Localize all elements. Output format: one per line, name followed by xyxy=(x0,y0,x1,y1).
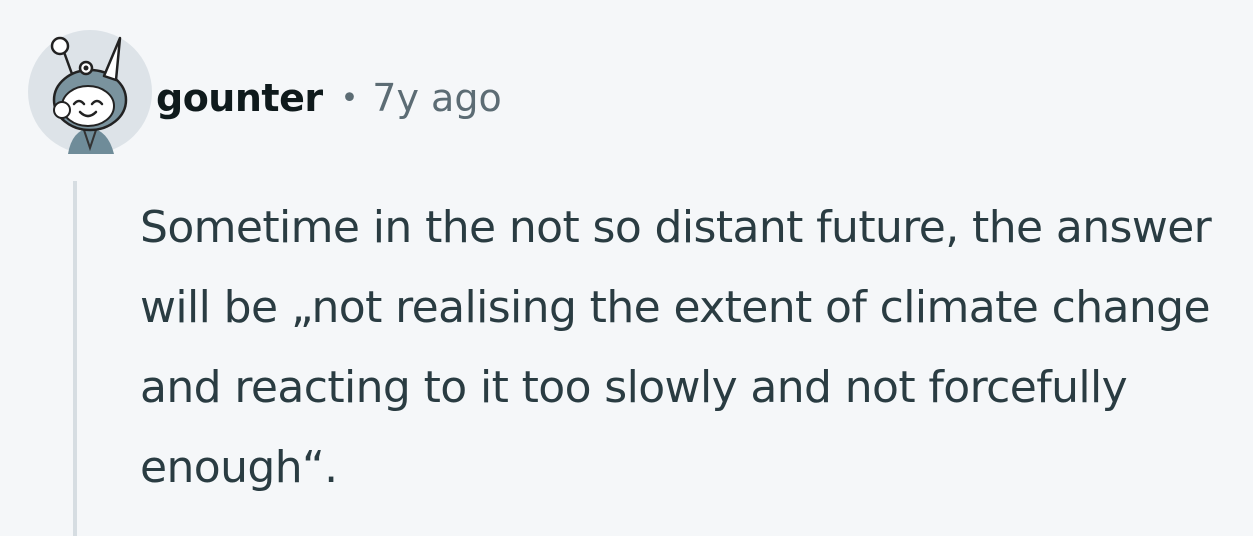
comment-body: Sometime in the not so distant future, t… xyxy=(140,202,1212,493)
separator-dot: • xyxy=(340,80,359,116)
comment: gounter • 7y ago Sometime in the not so … xyxy=(0,0,1253,536)
user-avatar[interactable] xyxy=(28,30,152,154)
username-link[interactable]: gounter xyxy=(156,76,323,120)
comment-header: gounter • 7y ago xyxy=(156,66,502,130)
thread-line[interactable] xyxy=(73,181,77,536)
comment-timestamp[interactable]: 7y ago xyxy=(372,76,501,120)
snoo-avatar-icon xyxy=(28,30,152,154)
